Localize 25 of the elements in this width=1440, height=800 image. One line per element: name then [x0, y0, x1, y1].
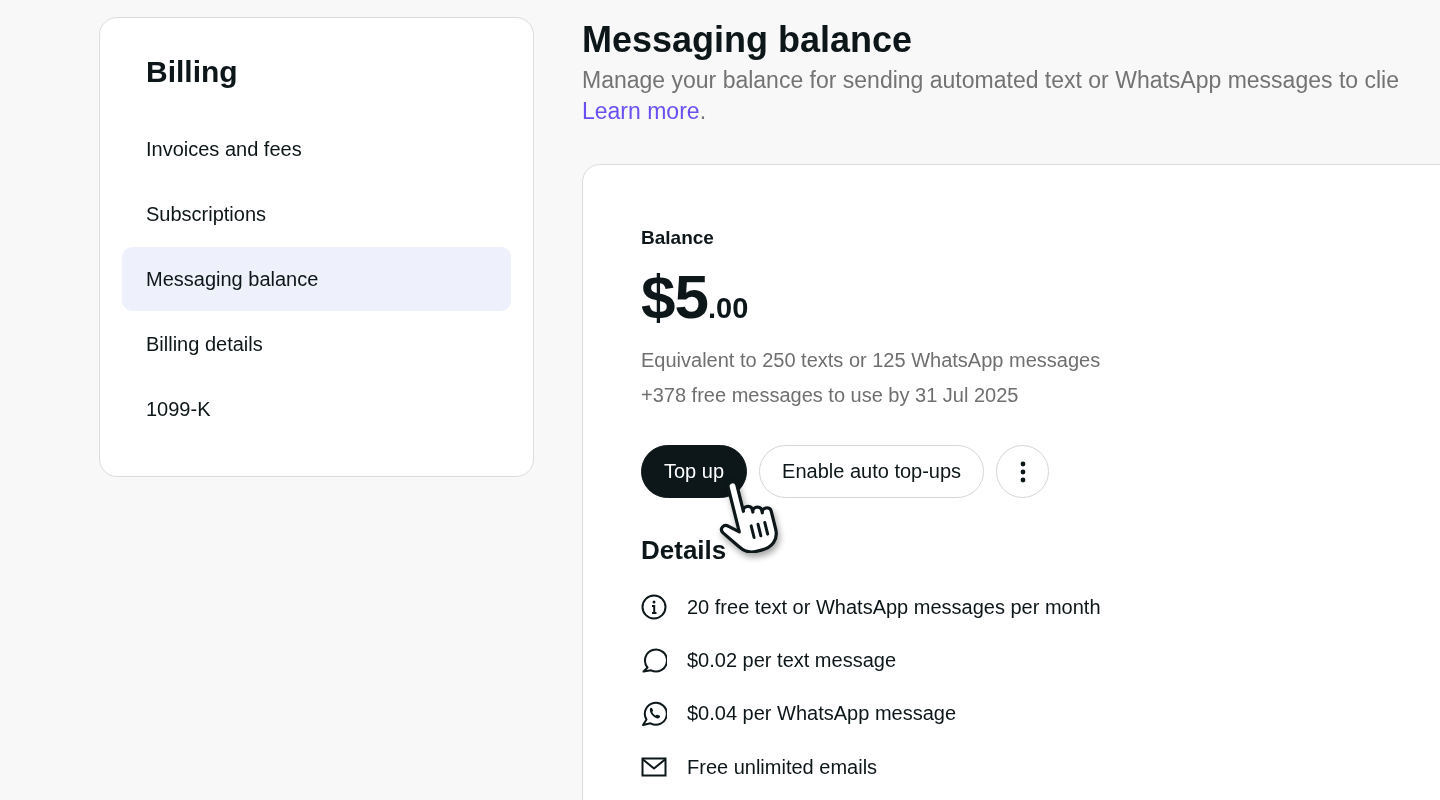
details-heading: Details: [641, 534, 727, 566]
more-icon: [1019, 460, 1026, 483]
sidebar-item[interactable]: 1099-K: [122, 377, 511, 441]
detail-text: $0.04 per WhatsApp message: [687, 701, 957, 727]
sidebar-item[interactable]: Billing details: [122, 312, 511, 376]
detail-text: 20 free text or WhatsApp messages per month: [687, 594, 1101, 620]
auto-top-up-button[interactable]: Enable auto top-ups: [759, 445, 985, 498]
detail-text: Free unlimited emails: [687, 754, 878, 780]
more-button[interactable]: [996, 445, 1050, 498]
top-up-button[interactable]: Top up: [641, 445, 748, 498]
detail-text: $0.02 per text message: [687, 647, 896, 673]
info-icon: [641, 593, 667, 620]
free-messages-text: +378 free messages to use by 31 Jul 2025: [641, 383, 1019, 408]
equivalent-text: Equivalent to 250 texts or 125 WhatsApp messages: [641, 348, 1101, 373]
sidebar-title: Billing: [146, 54, 238, 90]
page-description: Manage your balance for sending automated text or WhatsApp messages to clie Learn more.: [582, 66, 1399, 126]
balance-amount: $5.00: [641, 266, 749, 333]
page-title: Messaging balance: [582, 18, 913, 62]
chat-bubble-icon: [641, 646, 667, 673]
balance-label: Balance: [641, 226, 714, 250]
sidebar-item[interactable]: Subscriptions: [122, 182, 511, 246]
sidebar-item[interactable]: Messaging balance: [122, 247, 511, 311]
learn-more-link[interactable]: Learn more: [582, 98, 700, 124]
whatsapp-icon: [641, 700, 667, 727]
sidebar-item[interactable]: Invoices and fees: [122, 117, 511, 181]
